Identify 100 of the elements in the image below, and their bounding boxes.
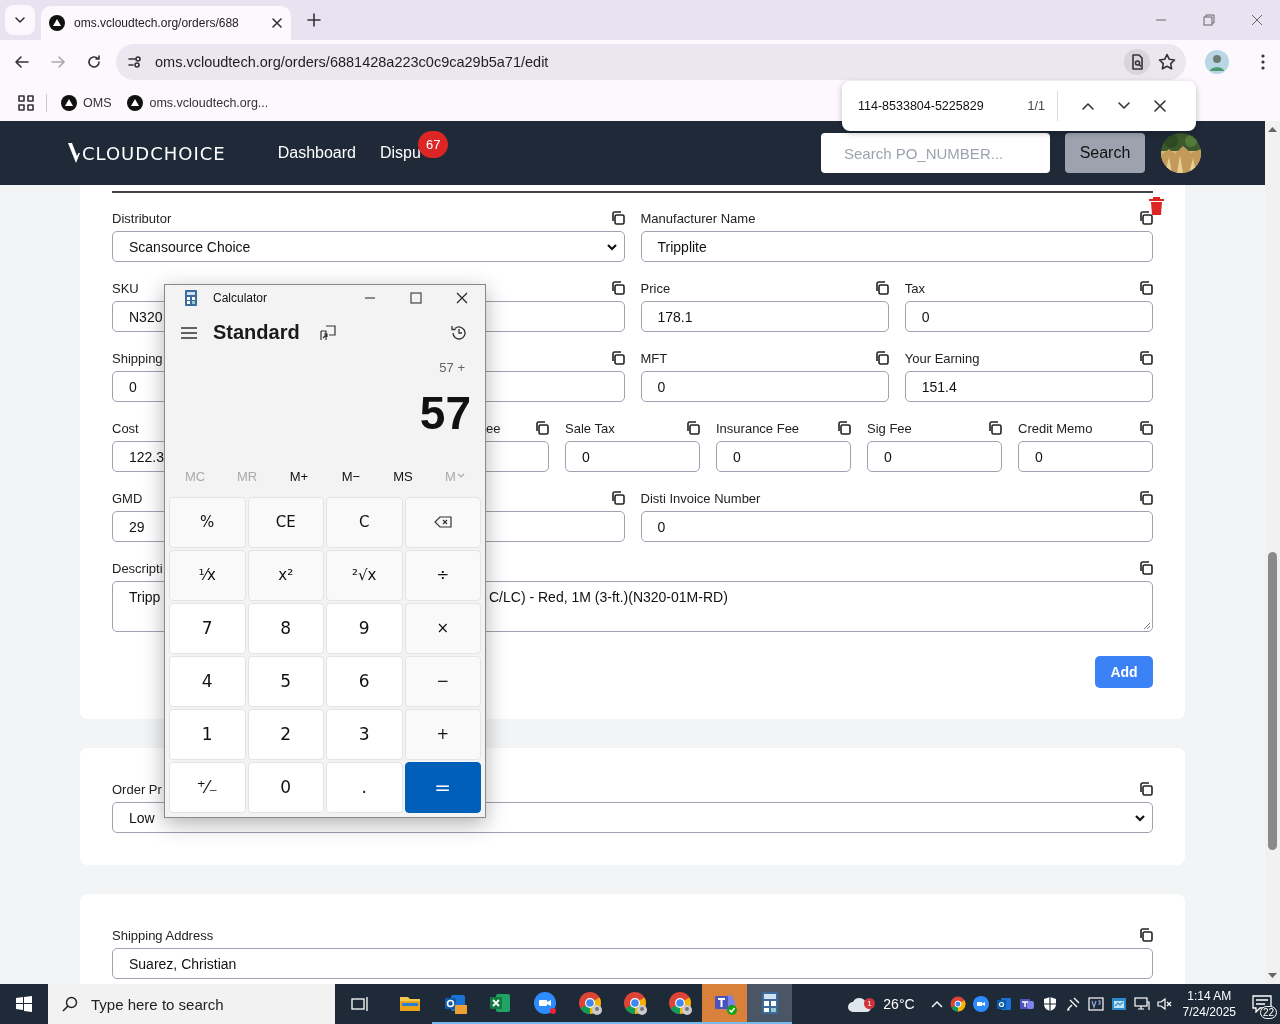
calculator-key[interactable]: 6 (326, 656, 403, 707)
input-field[interactable]: 0 (1018, 441, 1153, 472)
avatar-icon[interactable] (1205, 50, 1229, 74)
tab-list-button[interactable] (5, 5, 35, 35)
menu-icon[interactable] (181, 326, 197, 339)
resize-handle-icon[interactable] (1143, 622, 1151, 630)
copy-icon[interactable] (685, 420, 701, 436)
copy-icon[interactable] (873, 350, 890, 366)
calculator-key[interactable]: % (169, 497, 246, 548)
speaker-muted-icon[interactable] (1156, 996, 1173, 1012)
maximize-icon[interactable] (410, 292, 422, 305)
mail-icon[interactable] (995, 996, 1012, 1012)
copy-icon[interactable] (1138, 560, 1154, 576)
scrollbar-thumb[interactable] (1268, 552, 1277, 850)
calculator-key[interactable]: + (404, 709, 481, 760)
calculator-key[interactable]: 8 (247, 603, 324, 654)
temperature[interactable]: 26°C (883, 996, 915, 1012)
input-field[interactable]: 178.1 (640, 301, 889, 332)
calculator-key[interactable]: . (326, 762, 403, 813)
copy-icon[interactable] (1138, 420, 1154, 436)
calculator-key[interactable]: CE (247, 497, 324, 548)
copy-icon[interactable] (609, 280, 626, 296)
input-field[interactable]: 151.4 (904, 371, 1153, 402)
calculator-key[interactable]: − (404, 656, 481, 707)
copy-icon[interactable] (534, 420, 550, 436)
copy-icon[interactable] (836, 420, 852, 436)
input-field[interactable]: 0 (640, 371, 889, 402)
calculator-key[interactable]: = (404, 762, 481, 813)
close-icon[interactable] (456, 292, 468, 305)
input-field[interactable]: Tripplite (640, 231, 1153, 262)
copy-icon[interactable] (609, 490, 626, 506)
copy-icon[interactable] (1138, 350, 1154, 366)
history-icon[interactable] (450, 323, 468, 342)
scroll-down-icon[interactable] (1268, 973, 1277, 979)
video-call-icon[interactable] (972, 996, 989, 1012)
close-icon[interactable] (271, 17, 283, 29)
backspace-button[interactable] (404, 497, 481, 548)
find-query[interactable]: 114-8533804-5225829 (858, 99, 1028, 113)
site-info-icon[interactable] (127, 54, 143, 70)
calculator-key[interactable]: 4 (169, 656, 246, 707)
trash-icon[interactable] (1148, 197, 1165, 215)
task-view-icon[interactable] (351, 996, 369, 1012)
add-button[interactable]: Add (1095, 656, 1153, 688)
app-window-icon[interactable] (1110, 996, 1127, 1012)
dropdown[interactable]: Scansource Choice (112, 231, 625, 262)
bookmark[interactable]: oms.vcloudtech.org... (125, 91, 271, 114)
copy-icon[interactable] (609, 210, 626, 226)
input-field[interactable]: Suarez, Christian (112, 948, 1153, 979)
calculator-key[interactable]: x² (247, 550, 324, 601)
shield-icon[interactable] (1041, 996, 1058, 1012)
scroll-up-icon[interactable] (1268, 126, 1277, 132)
search-button[interactable]: Search (1065, 133, 1145, 173)
keep-on-top-icon[interactable] (319, 324, 336, 341)
nav-link[interactable]: Dashboard (277, 144, 356, 161)
calculator-key[interactable]: 7 (169, 603, 246, 654)
calculator-key[interactable]: ²√x (326, 550, 403, 601)
apps-grid-icon[interactable] (18, 94, 34, 111)
close-icon[interactable] (1153, 99, 1167, 113)
copy-icon[interactable] (1138, 490, 1154, 506)
calculator-key[interactable]: 5 (247, 656, 324, 707)
search-box[interactable]: Type here to search (48, 984, 335, 1024)
vpn-icon[interactable] (1087, 996, 1104, 1012)
browser-tab[interactable]: oms.vcloudtech.org/orders/688 (41, 6, 291, 40)
chat-app-icon[interactable] (1018, 996, 1035, 1012)
memory-button[interactable]: MS (377, 464, 429, 488)
calculator-key[interactable]: C (326, 497, 403, 548)
copy-icon[interactable] (1138, 280, 1154, 296)
browser-icon[interactable] (949, 996, 966, 1012)
plus-icon[interactable] (307, 13, 321, 27)
calculator-key[interactable]: 2 (247, 709, 324, 760)
copy-icon[interactable] (873, 280, 890, 296)
chevron-up-icon[interactable] (930, 1000, 943, 1008)
input-field[interactable]: 0 (640, 511, 1153, 542)
calculator-key[interactable]: ¹⁄x (169, 550, 246, 601)
search-field[interactable]: Search PO_NUMBER... (821, 133, 1050, 173)
notification-button[interactable]: 22 (1244, 984, 1280, 1024)
address-bar[interactable]: oms.vcloudtech.org/orders/6881428a223c0c9ca29b5a71/edit (116, 44, 1186, 80)
reload-icon[interactable] (86, 54, 102, 70)
input-field[interactable]: 0 (904, 301, 1153, 332)
calculator-key[interactable]: 0 (247, 762, 324, 813)
input-field[interactable]: 0 (867, 441, 1002, 472)
copy-icon[interactable] (609, 350, 626, 366)
network-icon[interactable] (1133, 996, 1150, 1012)
taskbar-app[interactable] (747, 984, 792, 1024)
calculator-key[interactable]: × (404, 603, 481, 654)
calculator-key[interactable]: ⁺⁄₋ (169, 762, 246, 813)
memory-button[interactable]: M+ (273, 464, 325, 488)
back-icon[interactable] (14, 54, 30, 70)
bookmark[interactable]: OMS (59, 91, 114, 114)
input-field[interactable]: 0 (565, 441, 700, 472)
copy-icon[interactable] (987, 420, 1003, 436)
copy-icon[interactable] (1138, 210, 1154, 226)
menu-icon[interactable] (1261, 54, 1265, 70)
memory-button[interactable]: M− (325, 464, 377, 488)
satellite-icon[interactable] (1064, 996, 1081, 1012)
clock[interactable]: 1:14 AM 7/24/2025 (1182, 988, 1236, 1020)
restore-icon[interactable] (1203, 14, 1215, 26)
copy-icon[interactable] (1138, 781, 1154, 797)
calculator-key[interactable]: 9 (326, 603, 403, 654)
input-field[interactable]: 0 (716, 441, 851, 472)
